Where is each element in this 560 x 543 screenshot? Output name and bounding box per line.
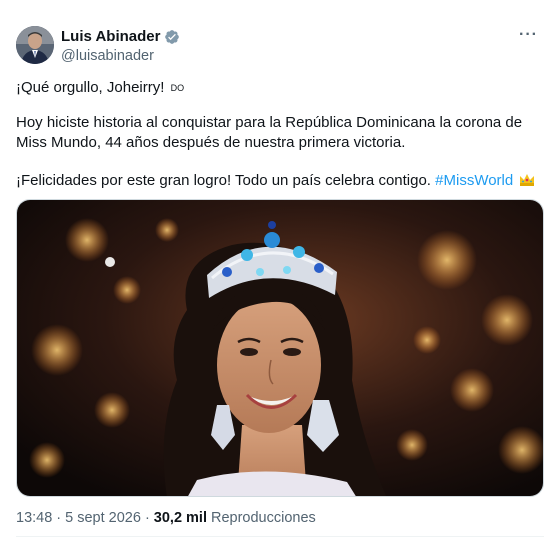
meta-separator-2: · xyxy=(144,510,150,526)
author-name[interactable]: Luis Abinader xyxy=(61,28,160,45)
meta-separator: · xyxy=(56,510,62,526)
crown-icon xyxy=(519,173,535,187)
tweet-line-3: ¡Felicidades por este gran logro! Todo u… xyxy=(16,171,535,191)
hashtag-link[interactable]: #MissWorld xyxy=(435,172,513,189)
tweet-meta: 13:48 · 5 sept 2026 · 30,2 mil Reproducc… xyxy=(16,510,316,526)
tweet-line-3-text: ¡Felicidades por este gran logro! Todo u… xyxy=(16,172,431,189)
author-handle[interactable]: @luisabinader xyxy=(61,48,154,64)
tweet-line-1-text: ¡Qué orgullo, Joheirry! xyxy=(16,79,165,96)
views-label: Reproducciones xyxy=(210,510,316,526)
avatar[interactable] xyxy=(16,26,54,64)
divider xyxy=(16,536,544,537)
views-count: 30,2 mil xyxy=(153,510,207,526)
tweet-paragraph-2: Hoy hiciste historia al conquistar para … xyxy=(16,114,527,151)
tweet-photo[interactable] xyxy=(16,199,544,497)
dominican-flag-icon: DO xyxy=(170,83,185,93)
tweet-date[interactable]: 5 sept 2026 xyxy=(65,510,141,526)
tweet-time[interactable]: 13:48 xyxy=(16,510,52,526)
author-name-row: Luis Abinader xyxy=(61,28,180,45)
tweet-card: Luis Abinader @luisabinader ··· ¡Qué org… xyxy=(0,0,560,543)
tweet-line-1: ¡Qué orgullo, Joheirry! DO xyxy=(16,78,184,98)
verified-badge-icon xyxy=(164,29,180,45)
more-options-button[interactable]: ··· xyxy=(519,26,538,44)
